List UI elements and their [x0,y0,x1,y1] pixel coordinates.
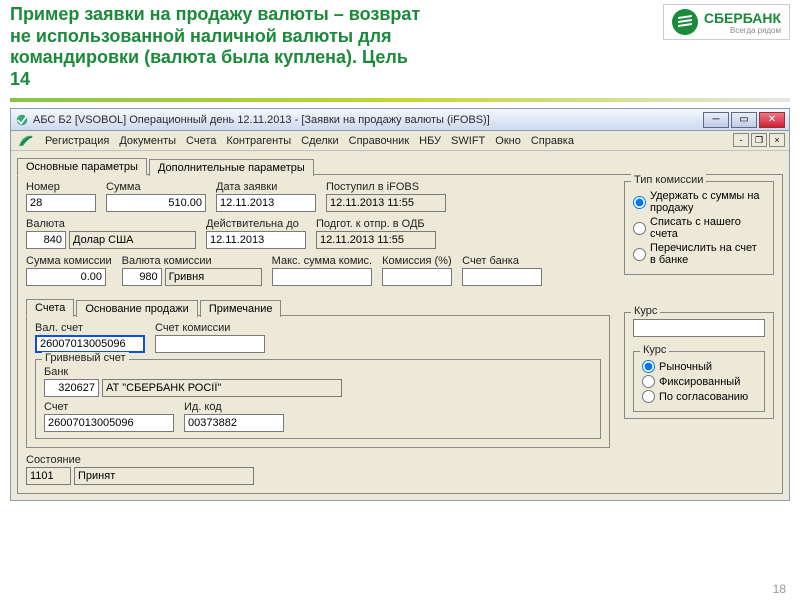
ifobs-label: Поступил в iFOBS [326,181,446,193]
uah-acc-label: Счет [44,401,174,413]
menu-documents[interactable]: Документы [119,135,176,147]
commission-type-legend: Тип комиссии [631,174,706,186]
menu-deals[interactable]: Сделки [301,135,339,147]
currency-name-input [69,231,196,249]
comm-sum-input[interactable] [26,268,106,286]
bank-label: Банк [44,366,342,378]
comm-sum-label: Сумма комиссии [26,255,112,267]
sberbank-logo: СБЕРБАНК Всегда рядом [663,4,790,40]
id-code-label: Ид. код [184,401,284,413]
menu-reference[interactable]: Справочник [349,135,410,147]
maximize-button[interactable]: ▭ [731,112,757,128]
comm-acc-input[interactable] [155,335,265,353]
comm-type-transfer-label: Перечислить на счет в банке [650,242,765,266]
bank-name-input [102,379,342,397]
currency-label: Валюта [26,218,196,230]
app-icon [15,113,29,127]
sum-input[interactable] [106,194,206,212]
bank-acc-label: Счет банка [462,255,542,267]
mdi-close-button[interactable]: × [769,133,785,147]
comm-pct-label: Комиссия (%) [382,255,452,267]
valid-input[interactable] [206,231,306,249]
uah-account-legend: Гривневый счет [42,352,129,364]
rate-input[interactable] [633,319,765,337]
close-button[interactable]: ✕ [759,112,785,128]
titlebar: АБС Б2 [VSOBOL] Операционный день 12.11.… [11,109,789,131]
comm-type-transfer-radio[interactable] [633,248,646,261]
bank-code-input[interactable] [44,379,99,397]
subtab-accounts[interactable]: Счета [26,299,74,317]
mdi-restore-button[interactable]: ❐ [751,133,767,147]
menu-help[interactable]: Справка [531,135,574,147]
comm-cur-code-input[interactable] [122,268,162,286]
state-code-input [26,467,71,485]
odb-input [316,231,436,249]
menu-window[interactable]: Окно [495,135,521,147]
valid-label: Действительна до [206,218,306,230]
subtab-note[interactable]: Примечание [200,300,282,317]
max-comm-label: Макс. сумма комис. [272,255,372,267]
app-window: АБС Б2 [VSOBOL] Операционный день 12.11.… [10,108,790,501]
odb-label: Подгот. к отпр. в ОДБ [316,218,436,230]
menu-nbu[interactable]: НБУ [419,135,441,147]
comm-acc-label: Счет комиссии [155,322,265,334]
rate-market-label: Рыночный [659,361,712,373]
sum-label: Сумма [106,181,206,193]
val-acc-input[interactable] [35,335,145,353]
comm-cur-label: Валюта комиссии [122,255,262,267]
comm-cur-name-input [165,268,262,286]
rate-outer-legend: Курс [631,305,660,317]
bank-acc-input[interactable] [462,268,542,286]
currency-code-input[interactable] [26,231,66,249]
rate-inner-group: Курс Рыночный Фиксированный По согласова… [633,351,765,412]
menu-swift[interactable]: SWIFT [451,135,485,147]
rate-market-radio[interactable] [642,360,655,373]
menu-counterparties[interactable]: Контрагенты [226,135,291,147]
uah-acc-input[interactable] [44,414,174,432]
slide-number: 18 [773,582,786,596]
subtab-basis[interactable]: Основание продажи [76,300,197,317]
window-title: АБС Б2 [VSOBOL] Операционный день 12.11.… [33,114,703,126]
rate-agreed-radio[interactable] [642,390,655,403]
slide-title-l1: Пример заявки на продажу валюты – возвра… [10,4,420,24]
comm-type-debit-radio[interactable] [633,222,646,235]
id-code-input[interactable] [184,414,284,432]
comm-type-debit-label: Списать с нашего счета [650,216,765,240]
tab-main-params[interactable]: Основные параметры [17,158,147,176]
app-menu-icon [17,132,35,150]
rate-fixed-radio[interactable] [642,375,655,388]
rate-inner-legend: Курс [640,344,669,356]
number-input[interactable] [26,194,96,212]
comm-pct-input[interactable] [382,268,452,286]
state-label: Состояние [26,454,254,466]
uah-account-group: Гривневый счет Банк Счет [35,359,601,439]
tab-extra-params[interactable]: Дополнительные параметры [149,159,314,176]
slide-title-l3: командировки (валюта была куплена). Цель [10,47,408,67]
rate-agreed-label: По согласованию [659,391,748,403]
slide-title-l2: не использованной наличной валюты для [10,26,392,46]
date-label: Дата заявки [216,181,316,193]
rate-fixed-label: Фиксированный [659,376,740,388]
sberbank-logo-text: СБЕРБАНК [704,10,781,26]
comm-type-hold-label: Удержать с суммы на продажу [650,190,765,214]
menubar: Регистрация Документы Счета Контрагенты … [11,131,789,151]
max-comm-input[interactable] [272,268,372,286]
number-label: Номер [26,181,96,193]
date-input[interactable] [216,194,316,212]
slide-title-l4: 14 [10,69,30,89]
ifobs-input [326,194,446,212]
menu-registration[interactable]: Регистрация [45,135,109,147]
commission-type-group: Тип комиссии Удержать с суммы на продажу… [624,181,774,275]
comm-type-hold-radio[interactable] [633,196,646,209]
sberbank-logo-icon [672,9,698,35]
state-name-input [74,467,254,485]
minimize-button[interactable]: ─ [703,112,729,128]
menu-accounts[interactable]: Счета [186,135,216,147]
sberbank-logo-sub: Всегда рядом [704,26,781,35]
val-acc-label: Вал. счет [35,322,145,334]
rate-outer-group: Курс Курс Рыночный Фиксированный По согл… [624,312,774,419]
mdi-minimize-button[interactable]: - [733,133,749,147]
